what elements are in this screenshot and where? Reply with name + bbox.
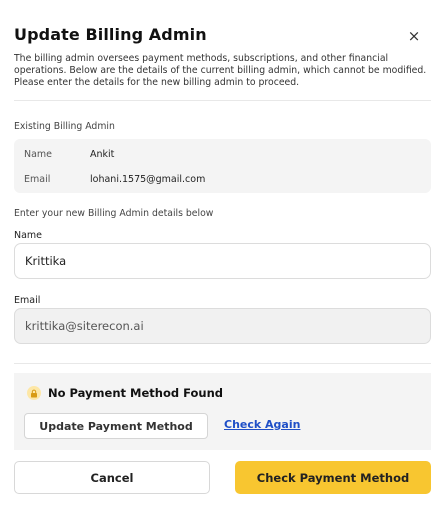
modal-description: The billing admin oversees payment metho… [14,53,427,88]
existing-admin-box: Name Ankit Email lohani.1575@gmail.com [14,139,431,193]
existing-email-value: lohani.1575@gmail.com [90,174,206,185]
update-billing-admin-modal: Update Billing Admin × The billing admin… [0,0,448,506]
lock-icon [27,386,41,400]
email-field-label: Email [14,295,41,306]
existing-name-key: Name [24,149,53,160]
close-icon[interactable]: × [404,26,424,46]
no-payment-method-title: No Payment Method Found [48,386,223,400]
new-admin-label: Enter your new Billing Admin details bel… [14,208,214,219]
existing-name-value: Ankit [90,149,115,160]
email-input[interactable] [14,308,431,344]
modal-title: Update Billing Admin [14,25,207,44]
existing-admin-label: Existing Billing Admin [14,121,115,132]
divider [14,100,431,101]
check-payment-method-button[interactable]: Check Payment Method [235,461,431,494]
divider [14,363,431,364]
name-field-label: Name [14,230,43,241]
name-input[interactable] [14,243,431,279]
update-payment-method-button[interactable]: Update Payment Method [24,413,208,439]
check-again-link[interactable]: Check Again [224,418,300,431]
existing-email-key: Email [24,174,51,185]
cancel-button[interactable]: Cancel [14,461,210,494]
payment-warning-box: No Payment Method Found Update Payment M… [14,373,431,450]
